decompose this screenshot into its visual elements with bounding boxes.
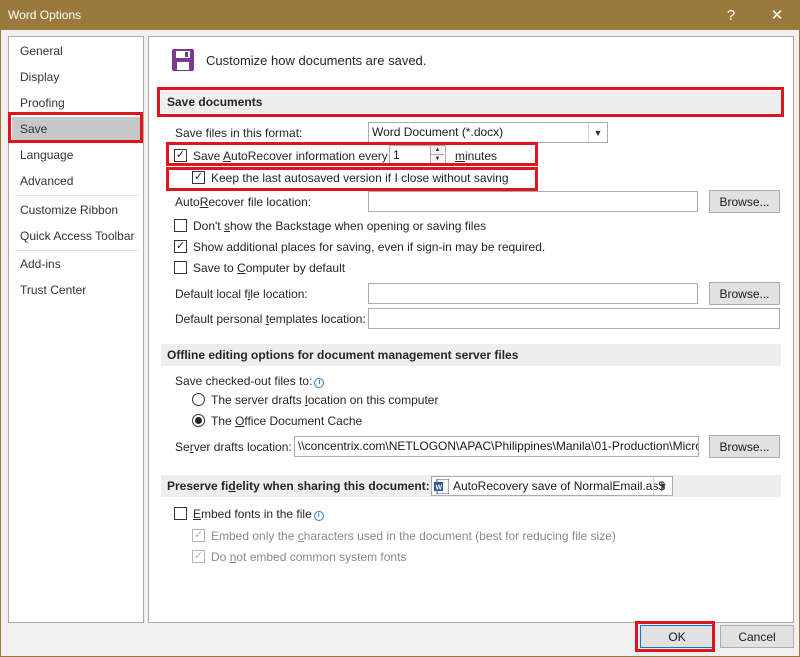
server-drafts-radio[interactable]: [192, 393, 205, 406]
nav-item-language[interactable]: Language: [12, 143, 140, 167]
embed-characters-label: Embed only the characters used in the do…: [211, 529, 616, 543]
minutes-label: minutes: [455, 149, 498, 163]
options-nav: General Display Proofing Save Language A…: [8, 36, 144, 623]
nav-item-add-ins[interactable]: Add-ins: [12, 252, 140, 276]
autorecover-checkbox[interactable]: ✓: [174, 149, 187, 162]
nav-item-quick-access-toolbar[interactable]: Quick Access Toolbar: [12, 224, 140, 248]
nav-divider: [15, 250, 139, 251]
chevron-down-icon: ▼: [588, 123, 607, 142]
section-save-documents: Save documents: [161, 91, 781, 113]
browse-server-drafts-button[interactable]: Browse...: [709, 435, 780, 458]
save-options-panel: Customize how documents are saved. Save …: [148, 36, 794, 623]
format-dropdown[interactable]: Word Document (*.docx) ▼: [368, 122, 608, 143]
fidelity-heading-text: Preserve fidelity when sharing this docu…: [167, 479, 430, 493]
help-button[interactable]: ?: [708, 0, 754, 30]
server-drafts-location-label: Server drafts location:: [175, 440, 292, 454]
browse-autorecover-button[interactable]: Browse...: [709, 190, 780, 213]
server-drafts-location-input[interactable]: \\concentrix.com\NETLOGON\APAC\Philippin…: [294, 436, 699, 457]
nav-item-customize-ribbon[interactable]: Customize Ribbon: [12, 198, 140, 222]
format-value: Word Document (*.docx): [372, 125, 504, 139]
info-icon: i: [314, 378, 325, 388]
office-cache-radio-label: The Office Document Cache: [211, 414, 363, 428]
no-common-fonts-checkbox[interactable]: ✓: [192, 550, 205, 563]
title-bar: Word Options ? ✕: [0, 0, 800, 30]
fidelity-document-value: AutoRecovery save of NormalEmail.as$: [453, 479, 666, 493]
close-button[interactable]: ✕: [754, 0, 800, 30]
save-to-computer-label: Save to Computer by default: [193, 261, 346, 275]
cancel-button[interactable]: Cancel: [720, 625, 794, 648]
default-local-location-label: Default local file location:: [175, 287, 308, 301]
checked-out-label: Save checked-out files to: i: [175, 374, 325, 388]
window-title: Word Options: [8, 8, 82, 22]
no-common-fonts-label: Do not embed common system fonts: [211, 550, 407, 564]
dont-show-backstage-label: Don't show the Backstage when opening or…: [193, 219, 487, 233]
info-icon: i: [313, 511, 324, 521]
section-offline-editing: Offline editing options for document man…: [161, 344, 781, 366]
autorecover-label: Save AutoRecover information every: [193, 149, 388, 163]
svg-text:W: W: [436, 485, 443, 492]
chevron-down-icon: ▼: [653, 477, 672, 495]
autorecover-location-input[interactable]: [368, 191, 698, 212]
default-local-location-input[interactable]: [368, 283, 698, 304]
save-to-computer-checkbox[interactable]: [174, 261, 187, 274]
keep-last-autosaved-checkbox[interactable]: ✓: [192, 171, 205, 184]
minutes-spinner[interactable]: ▲ ▼: [430, 146, 445, 165]
spin-down-icon[interactable]: ▼: [431, 155, 444, 164]
nav-item-general[interactable]: General: [12, 39, 140, 63]
show-additional-places-checkbox[interactable]: ✓: [174, 240, 187, 253]
keep-last-autosaved-label: Keep the last autosaved version if I clo…: [211, 171, 509, 185]
dialog-body: General Display Proofing Save Language A…: [0, 30, 800, 657]
default-templates-location-input[interactable]: [368, 308, 780, 329]
save-floppy-icon: [172, 49, 194, 71]
browse-default-local-button[interactable]: Browse...: [709, 282, 780, 305]
radio-dot: [195, 417, 202, 424]
nav-item-trust-center[interactable]: Trust Center: [12, 278, 140, 302]
format-label: Save files in this format:: [175, 126, 303, 140]
word-doc-icon: W: [434, 479, 449, 494]
embed-characters-checkbox[interactable]: ✓: [192, 529, 205, 542]
server-drafts-radio-label: The server drafts location on this compu…: [211, 393, 439, 407]
nav-item-display[interactable]: Display: [12, 65, 140, 89]
autorecover-minutes-value: 1: [393, 148, 400, 162]
fidelity-document-dropdown[interactable]: W AutoRecovery save of NormalEmail.as$ ▼: [431, 476, 673, 496]
ok-button[interactable]: OK: [640, 625, 714, 648]
show-additional-places-label: Show additional places for saving, even …: [193, 240, 546, 254]
embed-fonts-label: Embed fonts in the file i: [193, 507, 324, 521]
office-cache-radio[interactable]: [192, 414, 205, 427]
nav-divider: [15, 195, 139, 196]
embed-fonts-checkbox[interactable]: [174, 507, 187, 520]
nav-item-proofing[interactable]: Proofing: [12, 91, 140, 115]
dont-show-backstage-checkbox[interactable]: [174, 219, 187, 232]
nav-item-save[interactable]: Save: [12, 117, 140, 141]
autorecover-minutes-input[interactable]: 1 ▲ ▼: [389, 145, 446, 166]
nav-item-advanced[interactable]: Advanced: [12, 169, 140, 193]
page-header: Customize how documents are saved.: [206, 53, 427, 68]
default-templates-location-label: Default personal templates location:: [175, 312, 366, 326]
checked-out-text: Save checked-out files to:: [175, 374, 313, 388]
autorecover-location-label: AutoRecover file location:: [175, 195, 312, 209]
